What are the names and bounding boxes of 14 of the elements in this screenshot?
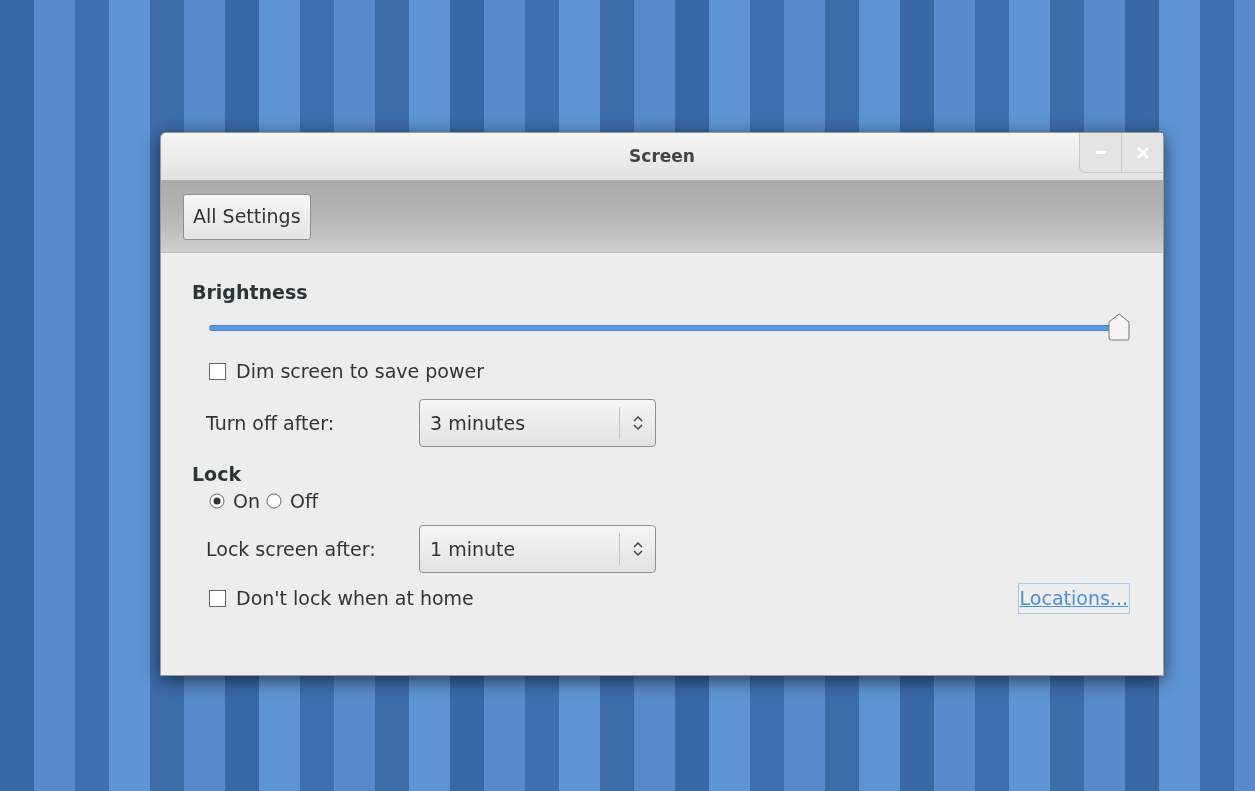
dropdown-value: 3 minutes [429,410,527,436]
checkbox-label: Don't lock when at home [236,586,474,611]
field-label: Lock screen after: [206,536,377,562]
turn-off-dropdown[interactable]: 3 minutes [419,399,656,447]
lock-heading: Lock [192,462,243,487]
all-settings-button[interactable]: All Settings [183,193,311,240]
field-label: Turn off after: [206,410,336,436]
checkbox-label: Dim screen to save power [236,358,484,384]
radio-label: On [233,488,260,514]
dropdown-value: 1 minute [429,536,517,562]
radio-label: Off [290,488,319,514]
lock-after-dropdown[interactable]: 1 minute [419,525,656,573]
window-title: Screen [629,144,695,168]
brightness-heading: Brightness [192,280,309,305]
